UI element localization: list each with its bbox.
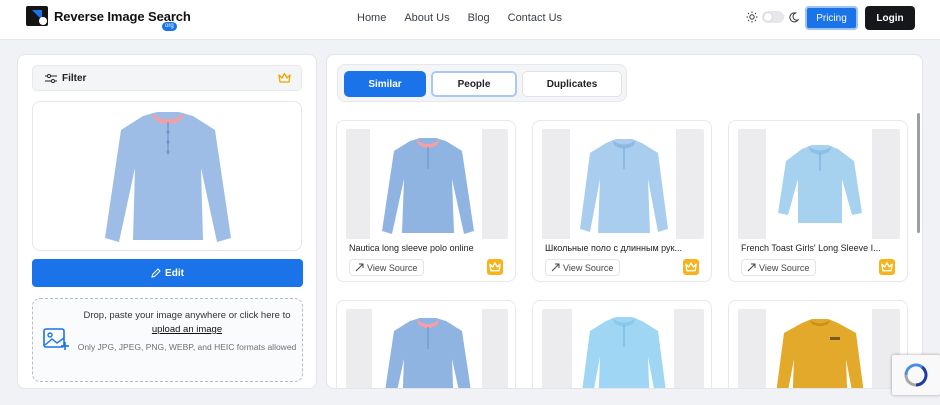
sun-icon: [746, 11, 758, 23]
shirt-image: [385, 318, 471, 388]
result-card[interactable]: [728, 300, 908, 388]
upload-link[interactable]: upload an image: [152, 324, 222, 335]
shirt-image: [382, 138, 474, 234]
view-source-button[interactable]: View Source: [349, 259, 425, 276]
formats-note: Only JPG, JPEG, PNG, WEBP, and HEIC form…: [77, 342, 297, 352]
premium-badge[interactable]: [683, 259, 699, 275]
brand-badge: org: [162, 22, 177, 31]
result-image[interactable]: [542, 309, 704, 388]
pricing-button[interactable]: Pricing: [805, 6, 858, 30]
result-card[interactable]: [532, 300, 712, 388]
logo-icon[interactable]: [26, 6, 50, 28]
premium-badge[interactable]: [879, 259, 895, 275]
drop-instructions: Drop, paste your image anywhere or click…: [77, 309, 297, 337]
result-card[interactable]: Школьные поло с длинным рук... View Sour…: [532, 120, 712, 282]
results-panel: Similar People Duplicates Nautica long s…: [326, 54, 923, 389]
shirt-image: [580, 139, 668, 233]
sliders-icon: [45, 73, 57, 84]
result-image[interactable]: [346, 129, 508, 239]
theme-toggle[interactable]: [746, 11, 799, 23]
recaptcha-icon: [904, 363, 928, 387]
crown-icon: [685, 262, 697, 272]
edit-button[interactable]: Edit: [32, 259, 303, 287]
result-card[interactable]: [336, 300, 516, 388]
shirt-image: [105, 112, 231, 242]
image-upload-icon: [43, 328, 69, 350]
filter-label: Filter: [62, 73, 87, 84]
filter-bar[interactable]: Filter: [32, 65, 302, 91]
external-link-icon: [551, 263, 560, 272]
view-source-label: View Source: [759, 262, 810, 273]
crown-icon: [489, 262, 501, 272]
shirt-image: [582, 317, 666, 388]
upload-dropzone[interactable]: Drop, paste your image anywhere or click…: [32, 298, 303, 382]
crown-icon: [278, 72, 291, 83]
view-source-label: View Source: [367, 262, 418, 273]
tab-people[interactable]: People: [431, 71, 517, 97]
premium-badge[interactable]: [487, 259, 503, 275]
nav-home[interactable]: Home: [357, 12, 386, 24]
result-title: French Toast Girls' Long Sleeve I...: [741, 243, 881, 253]
nav-contact-us[interactable]: Contact Us: [508, 12, 562, 24]
recaptcha-badge[interactable]: [892, 355, 940, 395]
result-title: Школьные поло с длинным рук...: [545, 243, 682, 253]
top-header: Reverse Image Search org Home About Us B…: [0, 0, 940, 40]
result-title: Nautica long sleeve polo online: [349, 243, 474, 253]
result-card[interactable]: Nautica long sleeve polo online View Sou…: [336, 120, 516, 282]
shirt-image: [778, 145, 862, 223]
pencil-icon: [151, 268, 161, 278]
sweater-image: [776, 319, 864, 388]
uploaded-image-preview: [32, 101, 302, 251]
upload-panel: Filter Edit Drop, paste your image anywh…: [17, 54, 317, 389]
tab-duplicates[interactable]: Duplicates: [522, 71, 622, 97]
login-button[interactable]: Login: [865, 6, 915, 30]
results-scrollbar[interactable]: [917, 113, 920, 233]
theme-switch[interactable]: [762, 11, 784, 23]
view-source-button[interactable]: View Source: [741, 259, 817, 276]
nav-about-us[interactable]: About Us: [404, 12, 449, 24]
moon-icon: [789, 11, 799, 22]
drop-text: Drop, paste your image anywhere or click…: [83, 310, 291, 321]
crown-icon: [881, 262, 893, 272]
nav-blog[interactable]: Blog: [468, 12, 490, 24]
edit-label: Edit: [165, 267, 184, 279]
result-image[interactable]: [738, 129, 900, 239]
external-link-icon: [747, 263, 756, 272]
result-image[interactable]: [542, 129, 704, 239]
result-image[interactable]: [738, 309, 900, 388]
result-image[interactable]: [346, 309, 508, 388]
tab-similar[interactable]: Similar: [344, 71, 426, 97]
result-tabs: Similar People Duplicates: [337, 64, 627, 102]
main-nav: Home About Us Blog Contact Us: [357, 12, 580, 24]
external-link-icon: [355, 263, 364, 272]
view-source-label: View Source: [563, 262, 614, 273]
result-card[interactable]: French Toast Girls' Long Sleeve I... Vie…: [728, 120, 908, 282]
view-source-button[interactable]: View Source: [545, 259, 621, 276]
